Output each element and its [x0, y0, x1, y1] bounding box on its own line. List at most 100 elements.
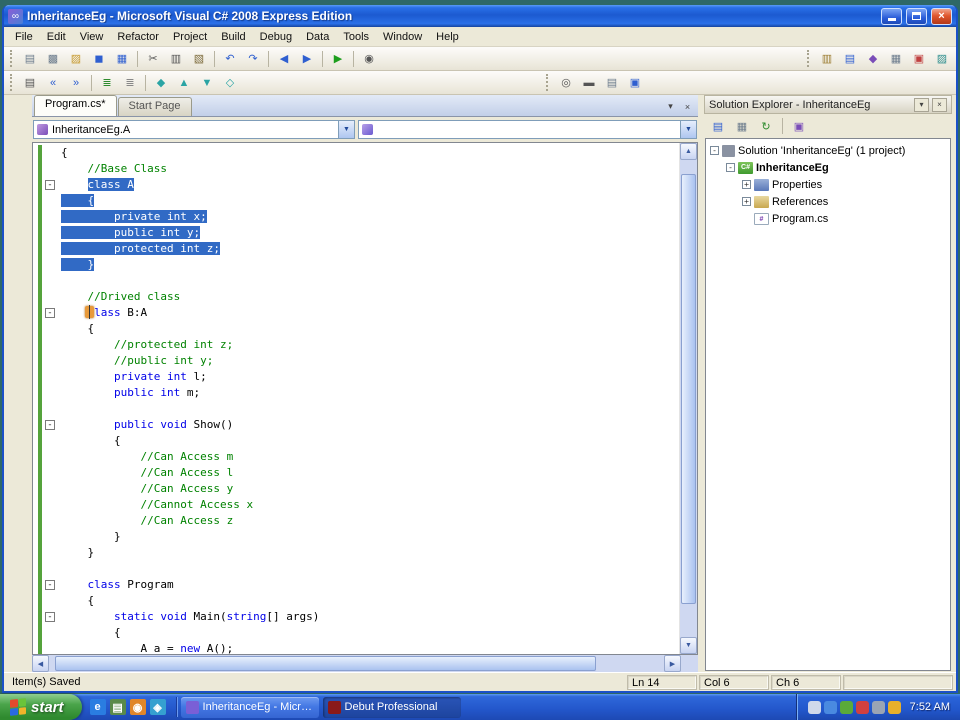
copy-button[interactable]: ▥ — [165, 49, 187, 69]
task-button-inheritanceeg[interactable]: InheritanceEg - Micro... — [180, 696, 319, 718]
code-line[interactable]: } — [33, 529, 679, 545]
start-page-button[interactable]: ▨ — [931, 49, 953, 69]
new-project-button[interactable]: ▤ — [19, 49, 41, 69]
code-line[interactable]: protected int z; — [33, 241, 679, 257]
menu-project[interactable]: Project — [166, 28, 214, 46]
code-line[interactable]: //Can Access z — [33, 513, 679, 529]
code-line[interactable]: - class Program — [33, 577, 679, 593]
messenger-icon[interactable]: ◈ — [149, 699, 166, 715]
task-button-debut-professional[interactable]: Debut Professional — [322, 696, 461, 718]
menu-build[interactable]: Build — [214, 28, 252, 46]
toolbar-grip[interactable] — [546, 74, 551, 91]
collapse-region-icon[interactable]: - — [45, 180, 55, 190]
solution-explorer-button[interactable]: ▥ — [816, 49, 838, 69]
next-bookmark-button[interactable]: ▼ — [196, 73, 218, 93]
tree-item-program-cs[interactable]: # Program.cs — [706, 210, 950, 227]
close-button[interactable]: × — [931, 7, 952, 25]
toolbar-grip[interactable] — [10, 50, 15, 67]
undo-button[interactable]: ↶ — [219, 49, 241, 69]
media-player-icon[interactable]: ◉ — [129, 699, 146, 715]
find-button[interactable]: ◉ — [358, 49, 380, 69]
code-line[interactable] — [33, 561, 679, 577]
horizontal-scrollbar[interactable]: ◀ ▶ — [32, 655, 698, 672]
code-line[interactable]: - public void Show() — [33, 417, 679, 433]
usb-device-icon[interactable] — [871, 700, 885, 714]
expand-icon[interactable]: + — [742, 180, 751, 189]
navigate-backward-button[interactable]: ◀ — [273, 49, 295, 69]
code-line[interactable]: { — [33, 433, 679, 449]
tab-program-cs[interactable]: Program.cs* — [34, 95, 117, 116]
menu-debug[interactable]: Debug — [253, 28, 299, 46]
horizontal-scroll-track[interactable] — [49, 655, 664, 672]
code-line[interactable]: //Can Access y — [33, 481, 679, 497]
code-line[interactable]: { — [33, 145, 679, 161]
tree-item-properties[interactable]: + Properties — [706, 176, 950, 193]
open-file-button[interactable]: ▨ — [65, 49, 87, 69]
code-line[interactable]: A a = new A(); — [33, 641, 679, 654]
code-line[interactable]: { — [33, 625, 679, 641]
code-line[interactable]: public int y; — [33, 225, 679, 241]
start-button[interactable]: start — [0, 694, 82, 720]
types-dropdown[interactable]: InheritanceEg.A ▼ — [33, 120, 355, 139]
collapse-region-icon[interactable]: - — [45, 420, 55, 430]
collapse-icon[interactable]: - — [726, 163, 735, 172]
horizontal-scroll-thumb[interactable] — [55, 656, 597, 671]
members-dropdown[interactable]: ▼ — [358, 120, 697, 139]
scroll-up-icon[interactable]: ▲ — [680, 143, 697, 160]
display-member-list-button[interactable]: ▤ — [19, 73, 41, 93]
code-line[interactable] — [33, 401, 679, 417]
view-class-diagram-button[interactable]: ▣ — [788, 116, 810, 136]
menu-view[interactable]: View — [73, 28, 111, 46]
code-line[interactable]: } — [33, 257, 679, 273]
collapse-region-icon[interactable]: - — [45, 612, 55, 622]
collapse-icon[interactable]: - — [710, 146, 719, 155]
close-document-icon[interactable]: × — [680, 99, 695, 114]
save-all-button[interactable]: ▦ — [111, 49, 133, 69]
code-line[interactable]: { — [33, 193, 679, 209]
tree-item-solution-inheritanceeg-1-project[interactable]: - Solution 'InheritanceEg' (1 project) — [706, 142, 950, 159]
network-icon[interactable] — [823, 700, 837, 714]
cut-button[interactable]: ✂ — [142, 49, 164, 69]
code-editor[interactable]: { //Base Class - class A { private int x;… — [32, 142, 698, 655]
object-browser-button[interactable]: ◆ — [862, 49, 884, 69]
code-line[interactable]: - class A — [33, 177, 679, 193]
refresh-button[interactable]: ↻ — [755, 116, 777, 136]
minimize-button[interactable] — [881, 7, 902, 25]
menu-tools[interactable]: Tools — [336, 28, 376, 46]
uncomment-selection-button[interactable]: ≣ — [119, 73, 141, 93]
decrease-indent-button[interactable]: « — [42, 73, 64, 93]
show-all-files-button[interactable]: ▦ — [731, 116, 753, 136]
code-scroll-area[interactable]: { //Base Class - class A { private int x;… — [33, 143, 679, 654]
error-list-button[interactable]: ▣ — [908, 49, 930, 69]
code-line[interactable] — [33, 273, 679, 289]
properties-button[interactable]: ▤ — [707, 116, 729, 136]
output-window-button[interactable]: ▤ — [601, 73, 623, 93]
code-line[interactable]: //protected int z; — [33, 337, 679, 353]
find-symbol-button[interactable]: ◎ — [555, 73, 577, 93]
code-line[interactable]: //Cannot Access x — [33, 497, 679, 513]
title-bar[interactable]: ∞ InheritanceEg - Microsoft Visual C# 20… — [4, 5, 956, 27]
toolbox-button[interactable]: ▦ — [885, 49, 907, 69]
navigate-forward-button[interactable]: ▶ — [296, 49, 318, 69]
add-new-item-button[interactable]: ▩ — [42, 49, 64, 69]
code-line[interactable]: //Drived class — [33, 289, 679, 305]
menu-data[interactable]: Data — [299, 28, 336, 46]
vertical-scrollbar[interactable]: ▲ ▼ — [679, 143, 697, 654]
maximize-button[interactable] — [906, 7, 927, 25]
toolbar-grip[interactable] — [10, 74, 15, 91]
tree-item-references[interactable]: + References — [706, 193, 950, 210]
code-line[interactable]: private int x; — [33, 209, 679, 225]
solution-explorer-titlebar[interactable]: Solution Explorer - InheritanceEg ▾ × — [704, 95, 952, 114]
clear-bookmarks-button[interactable]: ◇ — [219, 73, 241, 93]
active-files-dropdown-icon[interactable]: ▾ — [663, 99, 678, 114]
collapse-region-icon[interactable]: - — [45, 580, 55, 590]
increase-indent-button[interactable]: » — [65, 73, 87, 93]
menu-refactor[interactable]: Refactor — [110, 28, 166, 46]
command-window-button[interactable]: ▬ — [578, 73, 600, 93]
code-line[interactable]: { — [33, 321, 679, 337]
tree-item-inheritanceeg[interactable]: - C# InheritanceEg — [706, 159, 950, 176]
immediate-window-button[interactable]: ▣ — [624, 73, 646, 93]
scroll-right-icon[interactable]: ▶ — [664, 655, 681, 672]
code-line[interactable]: private int l; — [33, 369, 679, 385]
internet-explorer-icon[interactable]: e — [89, 699, 106, 715]
